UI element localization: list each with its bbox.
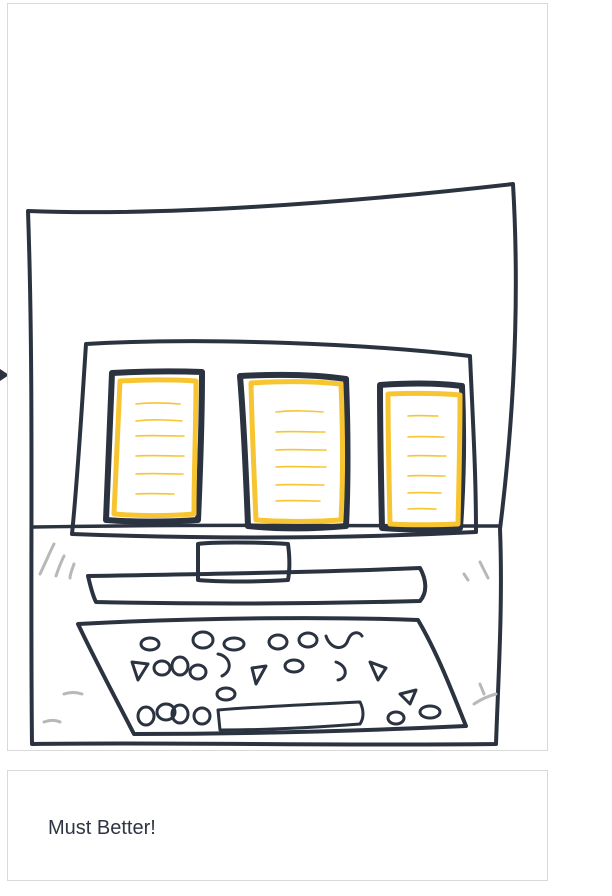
sketch-computer-with-documents-icon xyxy=(26,182,518,747)
caption-text: Must Better! xyxy=(48,817,156,839)
page: Must Better! xyxy=(0,0,612,896)
caption-card: Must Better! xyxy=(7,770,548,881)
illustration-card xyxy=(7,3,548,751)
